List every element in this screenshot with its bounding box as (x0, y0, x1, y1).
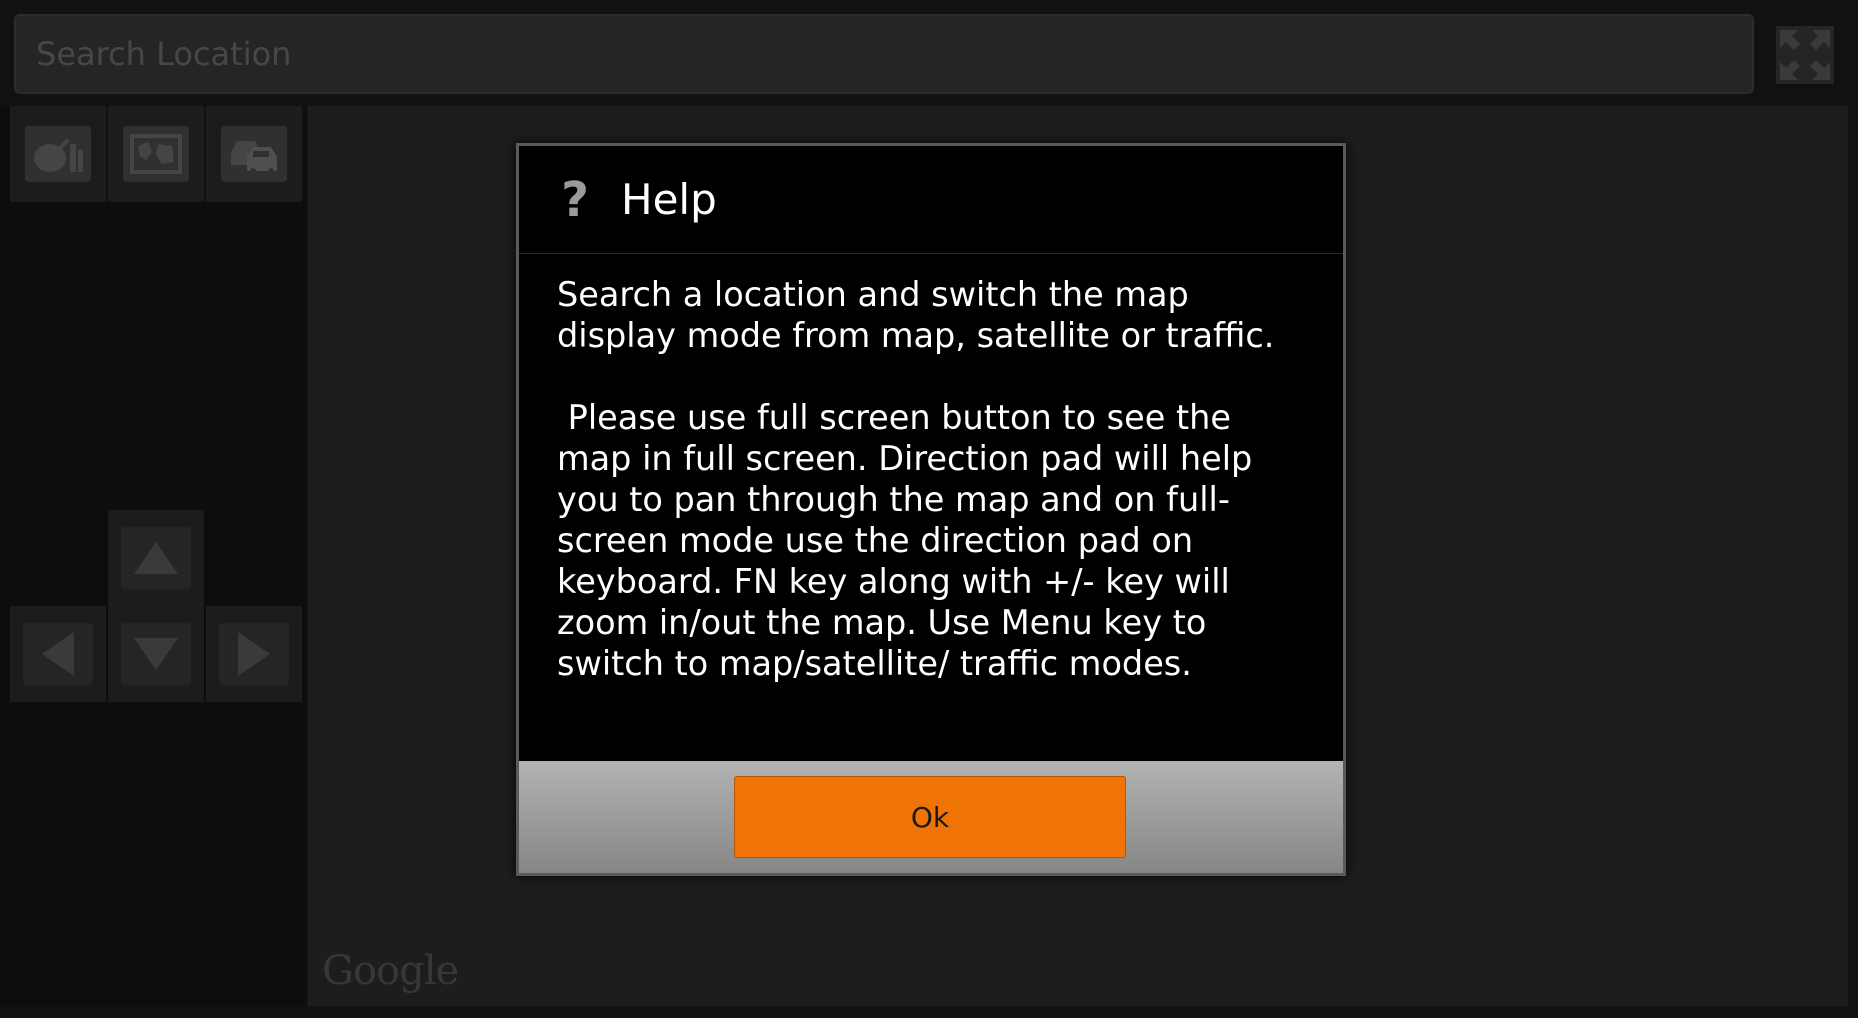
ok-button[interactable]: Ok (734, 776, 1126, 858)
dialog-footer: Ok (519, 761, 1343, 873)
dialog-header: ? Help (519, 146, 1343, 254)
maps-app: Google ? Help Search a location and swit… (0, 0, 1858, 1018)
dialog-message: Search a location and switch the map dis… (519, 254, 1343, 754)
question-mark-icon: ? (561, 171, 589, 228)
dialog-paragraph-2: Please use full screen button to see the… (557, 398, 1263, 683)
help-dialog: ? Help Search a location and switch the … (516, 143, 1346, 876)
dialog-title: Help (621, 175, 717, 224)
dialog-paragraph-1: Search a location and switch the map dis… (557, 275, 1275, 355)
